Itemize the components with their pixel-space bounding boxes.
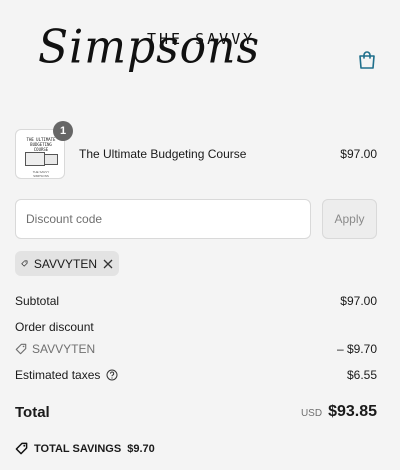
order-discount-label: Order discount [15, 320, 94, 334]
total-savings-value: $9.70 [127, 442, 155, 455]
discount-detail-row: SAVVYTEN – $9.70 [15, 342, 377, 356]
product-thumbnail: THE ULTIMATE BUDGETING COURSE THE SAVVY … [15, 121, 73, 179]
discount-code-input[interactable] [15, 199, 311, 239]
subtotal-value: $97.00 [340, 294, 377, 308]
thumbnail-title: THE ULTIMATE BUDGETING COURSE [26, 137, 56, 152]
applied-code-label: SAVVYTEN [33, 256, 97, 271]
discount-value: – $9.70 [336, 342, 377, 356]
total-currency: USD [300, 408, 323, 419]
product-title: The Ultimate Budgeting Course [79, 147, 247, 161]
cart-button[interactable] [355, 48, 379, 72]
product-price: $97.00 [340, 147, 377, 161]
total-row: Total USD $93.85 [15, 403, 377, 421]
discount-code-label: SAVVYTEN [32, 342, 96, 356]
apply-button[interactable]: Apply [322, 199, 377, 239]
tag-icon [15, 343, 27, 355]
logo[interactable]: Simpsons THE SAVVY [0, 0, 300, 100]
header: Simpsons THE SAVVY [0, 0, 400, 110]
total-savings-row: TOTAL SAVINGS $9.70 [15, 442, 377, 455]
taxes-value: $6.55 [346, 368, 377, 382]
subtotal-row: Subtotal $97.00 [15, 294, 377, 308]
close-icon [103, 259, 113, 268]
tag-icon [21, 260, 28, 267]
thumbnail-screen-graphic [25, 152, 45, 166]
applied-discount-chip: SAVVYTEN [15, 251, 119, 276]
cart-item: THE ULTIMATE BUDGETING COURSE THE SAVVY … [15, 121, 377, 180]
total-label: Total [15, 403, 50, 421]
remove-discount-button[interactable] [103, 259, 113, 269]
subtotal-label: Subtotal [15, 294, 60, 308]
quantity-badge: 1 [53, 121, 73, 141]
thumbnail-tablet-graphic [44, 154, 58, 165]
taxes-label: Estimated taxes [15, 368, 101, 382]
question-circle-icon [106, 369, 118, 381]
total-value: $93.85 [328, 403, 377, 420]
order-discount-row: Order discount [15, 320, 377, 334]
tag-icon [15, 442, 28, 455]
taxes-row: Estimated taxes $6.55 [15, 368, 377, 382]
shopping-bag-icon [359, 51, 375, 69]
taxes-help-icon[interactable] [106, 369, 118, 381]
logo-top-text: THE SAVVY [147, 30, 256, 48]
thumbnail-caption: THE SAVVY SIMPSONS [32, 170, 50, 178]
total-savings-label: TOTAL SAVINGS [34, 442, 122, 455]
